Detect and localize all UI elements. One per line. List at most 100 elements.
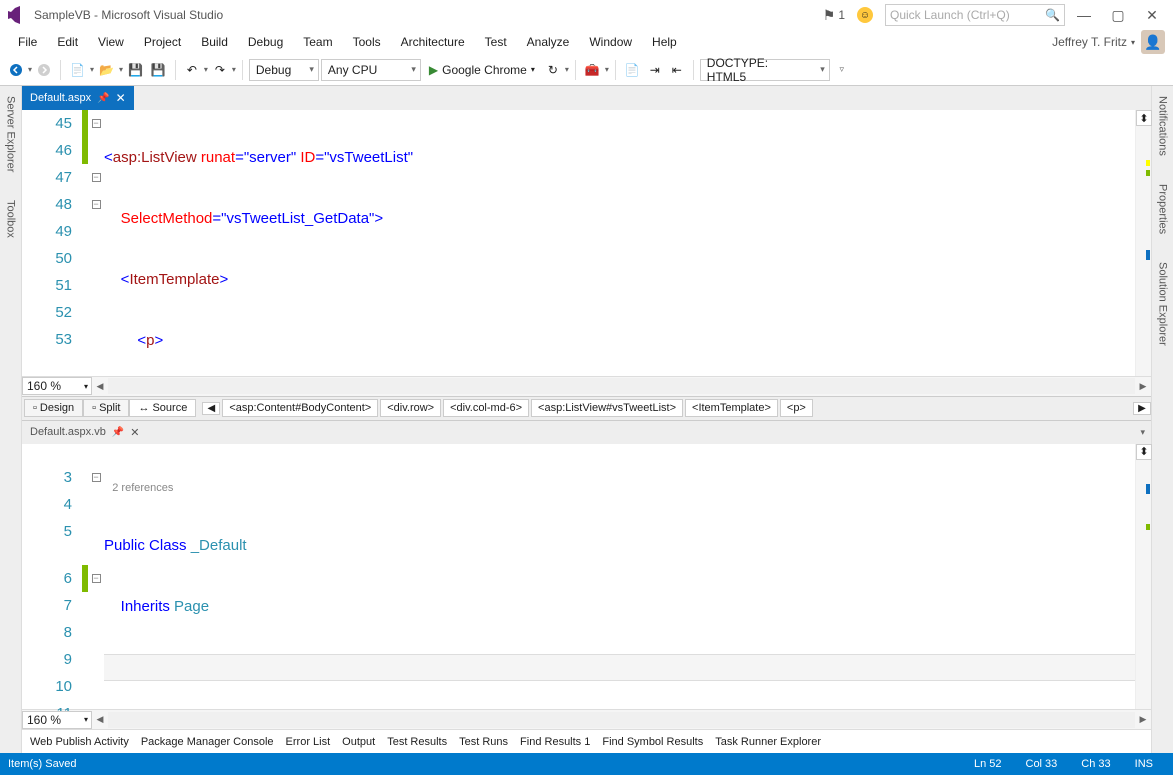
signin-name[interactable]: Jeffrey T. Fritz (1052, 35, 1131, 49)
start-button[interactable]: ▶Google Chrome ▾ (423, 63, 541, 77)
close-icon[interactable]: ✕ (116, 91, 126, 105)
server-explorer-tab[interactable]: Server Explorer (5, 92, 17, 176)
tab-web-publish[interactable]: Web Publish Activity (30, 736, 129, 748)
center-pane: Default.aspx 📌 ✕ 454647484950515253 −−− … (22, 86, 1151, 753)
menu-debug[interactable]: Debug (238, 32, 293, 52)
nav-back-button[interactable] (6, 59, 26, 81)
notifications-count[interactable]: 1 (838, 8, 845, 22)
toolbox-tab[interactable]: Toolbox (5, 196, 17, 242)
pin-icon[interactable]: 📌 (112, 427, 124, 438)
menu-analyze[interactable]: Analyze (517, 32, 580, 52)
editor-aspx: 454647484950515253 −−− <asp:ListView run… (22, 110, 1151, 376)
user-avatar[interactable]: 👤 (1141, 30, 1165, 54)
window-menu-icon[interactable]: ▾ (1134, 427, 1151, 438)
notifications-tab[interactable]: Notifications (1157, 92, 1169, 160)
menu-window[interactable]: Window (579, 32, 642, 52)
zoom-combo-2[interactable]: 160 % (22, 711, 92, 729)
code-area-aspx[interactable]: <asp:ListView runat="server" ID="vsTweet… (104, 110, 1135, 376)
tab-error-list[interactable]: Error List (286, 736, 331, 748)
tab-output[interactable]: Output (342, 736, 375, 748)
save-button[interactable]: 💾 (125, 59, 146, 81)
search-icon: 🔍 (1045, 8, 1060, 22)
save-all-button[interactable]: 💾 (148, 59, 169, 81)
feedback-icon[interactable]: ☺ (857, 7, 873, 23)
tab-task-runner[interactable]: Task Runner Explorer (715, 736, 821, 748)
outdent-icon[interactable]: ⇤ (667, 59, 687, 81)
overview-ruler[interactable]: ⬍ (1135, 110, 1151, 376)
line-number-gutter-2: 345 67891011 (22, 444, 82, 710)
split-icon[interactable]: ⬍ (1136, 110, 1152, 126)
undo-button[interactable]: ↶ (182, 59, 202, 81)
main-toolbar: ▾ 📄▾ 📂▾ 💾 💾 ↶▾ ↷▾ Debug Any CPU ▶Google … (0, 54, 1173, 86)
menu-build[interactable]: Build (191, 32, 238, 52)
doctype-combo[interactable]: DOCTYPE: HTML5 (700, 59, 830, 81)
menu-view[interactable]: View (88, 32, 134, 52)
toolbar-overflow-icon[interactable]: ▿ (832, 59, 852, 81)
split-icon[interactable]: ⬍ (1136, 444, 1152, 460)
fold-gutter[interactable]: −−− (88, 110, 104, 376)
pin-icon[interactable]: 📌 (97, 93, 109, 104)
menu-help[interactable]: Help (642, 32, 687, 52)
zoom-row-1: 160 % ◀▶ (22, 376, 1151, 396)
menu-project[interactable]: Project (134, 32, 191, 52)
codelens-references[interactable]: 2 references (112, 482, 173, 494)
minimize-button[interactable]: — (1069, 7, 1099, 23)
breadcrumb-3[interactable]: <asp:ListView#vsTweetList> (531, 399, 683, 417)
tab-find-results[interactable]: Find Results 1 (520, 736, 590, 748)
window-title: SampleVB - Microsoft Visual Studio (34, 8, 223, 22)
document-tabs-bottom: Default.aspx.vb 📌 ✕ ▾ (22, 420, 1151, 444)
menu-file[interactable]: File (8, 32, 47, 52)
indent-icon[interactable]: ⇥ (645, 59, 665, 81)
breadcrumb-0[interactable]: <asp:Content#BodyContent> (222, 399, 378, 417)
notifications-flag-icon[interactable]: ⚑ (823, 7, 836, 24)
close-button[interactable]: ✕ (1137, 7, 1167, 24)
tab-find-symbol[interactable]: Find Symbol Results (602, 736, 703, 748)
overview-ruler-2[interactable]: ⬍ (1135, 444, 1151, 710)
tab-pmc[interactable]: Package Manager Console (141, 736, 274, 748)
tab-test-runs[interactable]: Test Runs (459, 736, 508, 748)
platform-combo[interactable]: Any CPU (321, 59, 421, 81)
close-icon[interactable]: ✕ (130, 426, 139, 439)
crumb-nav-right[interactable]: ▶ (1133, 402, 1151, 415)
zoom-row-2: 160 % ◀▶ (22, 709, 1151, 729)
redo-button[interactable]: ↷ (210, 59, 230, 81)
new-item-icon[interactable]: 📄 (622, 59, 643, 81)
menu-team[interactable]: Team (293, 32, 342, 52)
properties-tab[interactable]: Properties (1157, 180, 1169, 238)
tab-test-results[interactable]: Test Results (387, 736, 447, 748)
config-combo[interactable]: Debug (249, 59, 319, 81)
quick-launch-placeholder: Quick Launch (Ctrl+Q) (890, 8, 1010, 22)
breadcrumb-5[interactable]: <p> (780, 399, 813, 417)
fold-gutter-2[interactable]: −− (88, 444, 104, 710)
open-file-button[interactable]: 📂 (96, 59, 117, 81)
breadcrumb-2[interactable]: <div.col-md-6> (443, 399, 529, 417)
menu-test[interactable]: Test (475, 32, 517, 52)
left-rail: Server Explorer Toolbox (0, 86, 22, 753)
browser-link-refresh-button[interactable]: ↻ (543, 59, 563, 81)
new-project-button[interactable]: 📄 (67, 59, 88, 81)
status-ch: Ch 33 (1069, 758, 1122, 770)
toolbox-icon[interactable]: 🧰 (582, 59, 603, 81)
status-bar: Item(s) Saved Ln 52 Col 33 Ch 33 INS (0, 753, 1173, 775)
maximize-button[interactable]: ▢ (1103, 7, 1133, 24)
view-split[interactable]: ▫Split (83, 399, 129, 417)
menu-edit[interactable]: Edit (47, 32, 88, 52)
solution-explorer-tab[interactable]: Solution Explorer (1157, 258, 1169, 350)
menu-tools[interactable]: Tools (343, 32, 391, 52)
title-bar: SampleVB - Microsoft Visual Studio ⚑ 1 ☺… (0, 0, 1173, 30)
hscroll-2[interactable]: ◀▶ (92, 712, 1151, 728)
tab-default-aspx-vb[interactable]: Default.aspx.vb 📌 ✕ (22, 423, 148, 442)
nav-forward-button[interactable] (34, 59, 54, 81)
hscroll-1[interactable]: ◀▶ (92, 378, 1151, 394)
menu-architecture[interactable]: Architecture (391, 32, 475, 52)
crumb-nav-left[interactable]: ◀ (202, 402, 220, 415)
quick-launch-input[interactable]: Quick Launch (Ctrl+Q) 🔍 (885, 4, 1065, 26)
view-source[interactable]: ↔Source (129, 399, 196, 417)
tool-window-tabs: Web Publish Activity Package Manager Con… (22, 729, 1151, 753)
code-area-vb[interactable]: 2 references Public Class _Default Inher… (104, 444, 1135, 710)
zoom-combo-1[interactable]: 160 % (22, 377, 92, 395)
tab-default-aspx[interactable]: Default.aspx 📌 ✕ (22, 86, 134, 110)
view-design[interactable]: ▫Design (24, 399, 83, 417)
breadcrumb-4[interactable]: <ItemTemplate> (685, 399, 778, 417)
breadcrumb-1[interactable]: <div.row> (380, 399, 441, 417)
